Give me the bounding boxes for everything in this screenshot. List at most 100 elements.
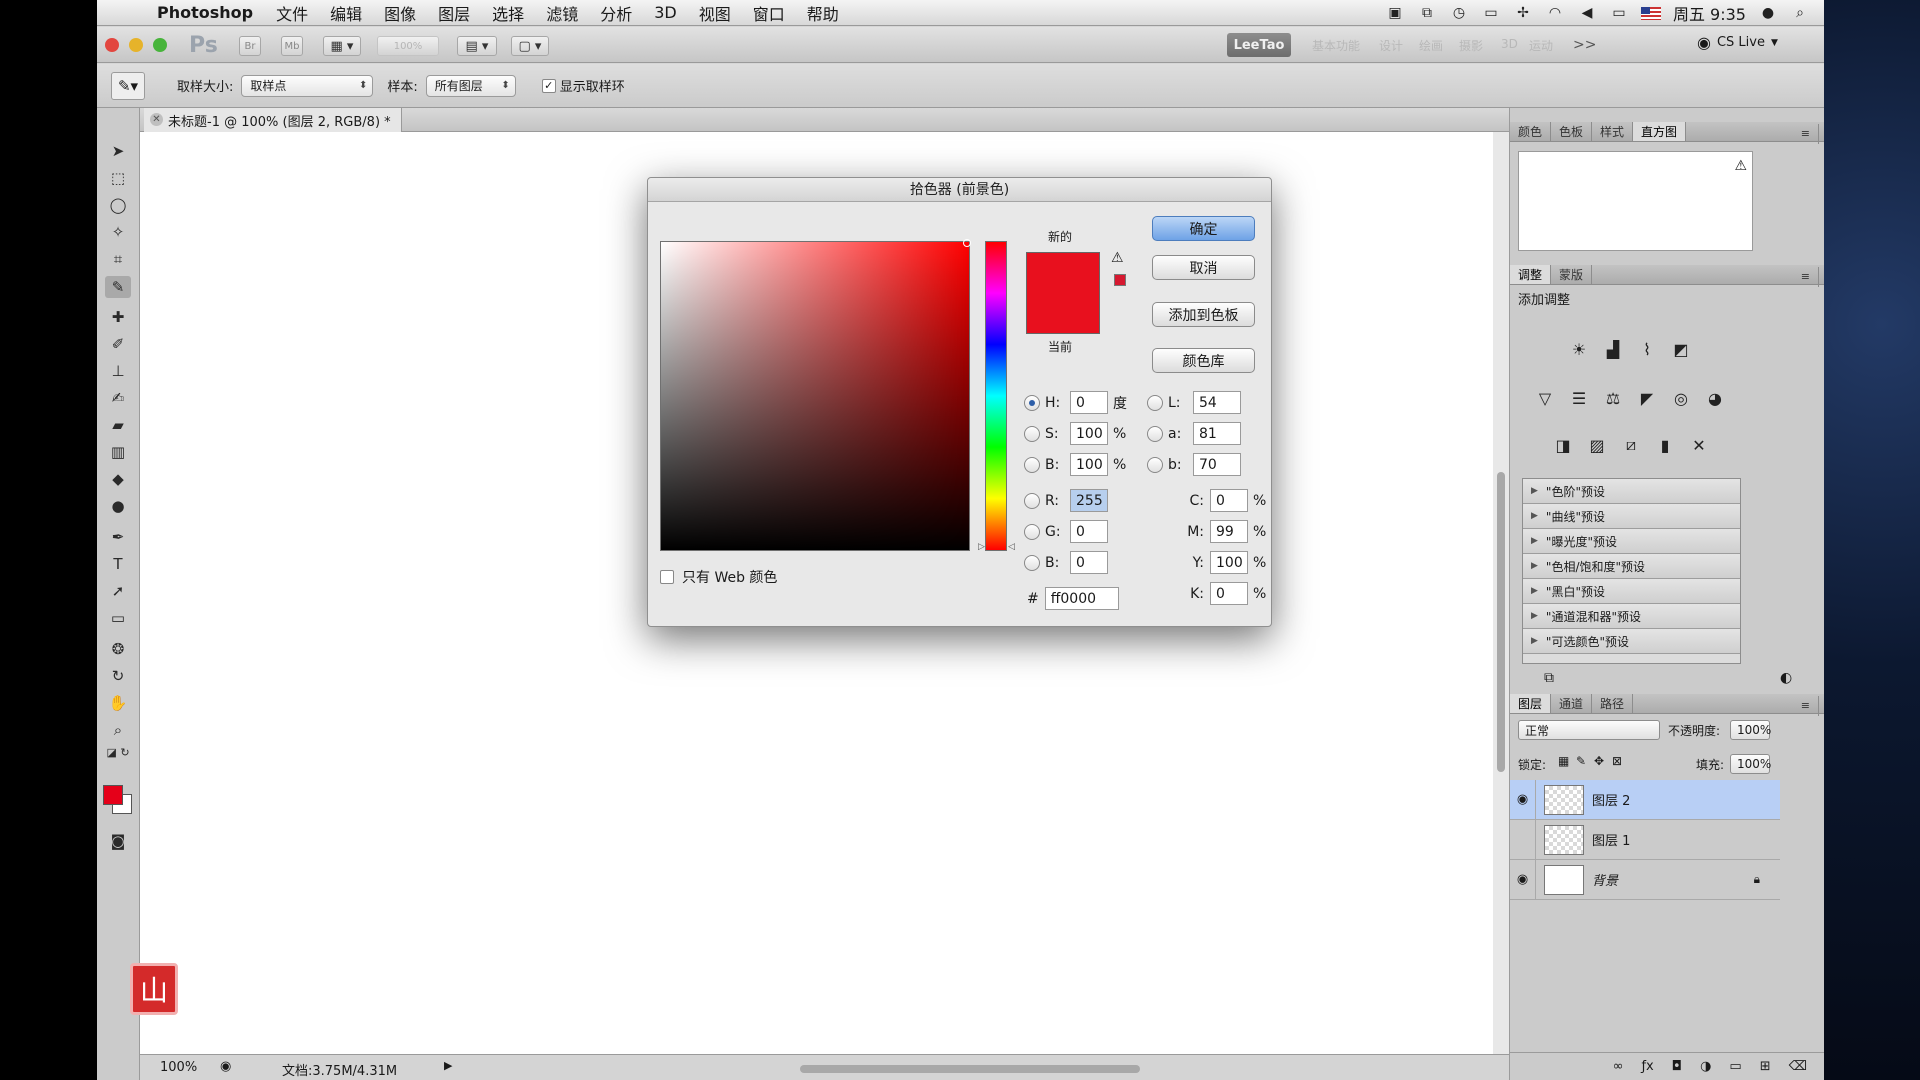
arrange-documents-button[interactable]: ▤ ▾ xyxy=(457,36,497,56)
menu-help[interactable]: 帮助 xyxy=(796,1,850,25)
swap-colors-icon[interactable]: ◪ ↻ xyxy=(105,744,131,760)
preset-exposure[interactable]: ▶ "曝光度"预设 xyxy=(1523,529,1740,554)
levels-icon[interactable]: ▟ xyxy=(1600,337,1626,361)
bluetooth-icon[interactable]: ✢ xyxy=(1513,5,1533,21)
menu-edit[interactable]: 编辑 xyxy=(319,1,373,25)
layer-style-icon[interactable]: ƒx xyxy=(1641,1059,1653,1074)
link-layers-icon[interactable]: ∞ xyxy=(1613,1059,1624,1074)
document-tab[interactable]: ✕ 未标题-1 @ 100% (图层 2, RGB/8) * xyxy=(144,108,402,132)
menu-window[interactable]: 窗口 xyxy=(742,1,796,25)
wifi-icon[interactable]: ◠ xyxy=(1545,5,1565,21)
menu-view[interactable]: 视图 xyxy=(688,1,742,25)
tab-channels[interactable]: 通道 xyxy=(1551,694,1593,713)
cyan-input[interactable]: 0 xyxy=(1210,489,1248,512)
display-icon[interactable]: ▭ xyxy=(1481,5,1501,21)
lock-move-icon[interactable]: ✥ xyxy=(1594,754,1604,768)
saturation-input[interactable]: 100 xyxy=(1070,422,1108,445)
green-input[interactable]: 0 xyxy=(1070,520,1108,543)
lock-paint-icon[interactable]: ✎ xyxy=(1576,754,1586,768)
hue-slider[interactable]: ▷ ◁ xyxy=(978,241,1015,552)
more-workspaces-button[interactable]: >> xyxy=(1573,37,1596,53)
lab-l-input[interactable]: 54 xyxy=(1193,391,1241,414)
yellow-input[interactable]: 100 xyxy=(1210,551,1248,574)
menu-select[interactable]: 选择 xyxy=(481,1,535,25)
preset-curves[interactable]: ▶ "曲线"预设 xyxy=(1523,504,1740,529)
pen-tool-icon[interactable]: ✒ xyxy=(105,526,131,548)
status-menu-arrow-icon[interactable]: ▶ xyxy=(444,1059,452,1072)
zoom-tool-icon[interactable]: ⌕ xyxy=(105,719,131,741)
adjustment-layer-icon[interactable]: ◑ xyxy=(1700,1059,1711,1074)
mini-bridge-button[interactable]: Mb xyxy=(281,36,303,56)
status-info-icon[interactable]: ◉ xyxy=(220,1059,231,1074)
color-balance-icon[interactable]: ⚖ xyxy=(1600,386,1626,410)
quick-selection-tool-icon[interactable]: ✧ xyxy=(105,221,131,243)
menu-layer[interactable]: 图层 xyxy=(427,1,481,25)
horizontal-scroll-thumb[interactable] xyxy=(800,1065,1140,1073)
workspace-painting[interactable]: 绘画 xyxy=(1419,37,1443,54)
lock-all-icon[interactable]: ⊠ xyxy=(1612,754,1622,768)
current-color-swatch[interactable] xyxy=(1027,293,1099,333)
workspace-photography[interactable]: 摄影 xyxy=(1459,37,1483,54)
close-tab-icon[interactable]: ✕ xyxy=(150,113,163,126)
photo-filter-icon[interactable]: ◎ xyxy=(1668,386,1694,410)
red-radio[interactable] xyxy=(1024,492,1040,509)
battery-icon[interactable]: ▭ xyxy=(1609,5,1629,21)
panel-menu-icon[interactable]: ≡ xyxy=(1793,696,1819,716)
close-window-button[interactable] xyxy=(105,38,119,52)
lab-b-radio[interactable] xyxy=(1147,456,1163,473)
lasso-tool-icon[interactable]: ◯ xyxy=(105,194,131,216)
exposure-icon[interactable]: ◩ xyxy=(1668,337,1694,361)
camera-icon[interactable]: ▣ xyxy=(1385,5,1405,21)
time-machine-icon[interactable]: ◷ xyxy=(1449,5,1469,21)
foreground-color-swatch[interactable] xyxy=(103,785,123,805)
tab-masks[interactable]: 蒙版 xyxy=(1551,265,1593,284)
clone-stamp-tool-icon[interactable]: ⊥ xyxy=(105,360,131,382)
eye-icon[interactable]: ◉ xyxy=(1510,859,1536,900)
brightness-radio[interactable] xyxy=(1024,456,1040,473)
preset-black-white[interactable]: ▶ "黑白"预设 xyxy=(1523,579,1740,604)
menu-analysis[interactable]: 分析 xyxy=(589,1,643,25)
threshold-icon[interactable]: ⧄ xyxy=(1618,433,1644,457)
screen-mode-button[interactable]: ▢ ▾ xyxy=(511,36,549,56)
saturation-radio[interactable] xyxy=(1024,425,1040,442)
vertical-scrollbar[interactable] xyxy=(1493,132,1509,1054)
blue-radio[interactable] xyxy=(1024,554,1040,571)
color-libraries-button[interactable]: 颜色库 xyxy=(1152,348,1255,373)
ok-button[interactable]: 确定 xyxy=(1152,216,1255,241)
history-brush-tool-icon[interactable]: ✍ xyxy=(105,387,131,409)
invert-icon[interactable]: ◨ xyxy=(1550,433,1576,457)
fill-input[interactable]: 100% xyxy=(1730,754,1771,774)
hue-saturation-icon[interactable]: ☰ xyxy=(1566,386,1592,410)
menu-clock[interactable]: 周五 9:35 xyxy=(1673,1,1746,25)
quick-mask-icon[interactable]: ◙ xyxy=(105,830,131,852)
menu-file[interactable]: 文件 xyxy=(265,1,319,25)
blue-input[interactable]: 0 xyxy=(1070,551,1108,574)
new-group-icon[interactable]: ▭ xyxy=(1729,1059,1741,1074)
magenta-input[interactable]: 99 xyxy=(1210,520,1248,543)
lab-b-input[interactable]: 70 xyxy=(1193,453,1241,476)
preset-channel-mixer[interactable]: ▶ "通道混和器"预设 xyxy=(1523,604,1740,629)
workspace-3d[interactable]: 3D xyxy=(1501,37,1518,51)
tab-layers[interactable]: 图层 xyxy=(1510,694,1552,713)
tab-histogram[interactable]: 直方图 xyxy=(1633,122,1687,141)
tab-adjustments[interactable]: 调整 xyxy=(1510,265,1552,284)
hue-slider-left-arrow-icon[interactable]: ▷ xyxy=(978,542,985,552)
preset-selective-color[interactable]: ▶ "可选颜色"预设 xyxy=(1523,629,1740,654)
brightness-input[interactable]: 100 xyxy=(1070,453,1108,476)
lock-transparency-icon[interactable]: ▦ xyxy=(1558,754,1569,768)
hue-input[interactable]: 0 xyxy=(1070,391,1108,414)
eye-icon[interactable]: ◉ xyxy=(1510,779,1536,820)
posterize-icon[interactable]: ▨ xyxy=(1584,433,1610,457)
workspace-essentials[interactable]: 基本功能 xyxy=(1312,37,1360,54)
dodge-tool-icon[interactable]: ● xyxy=(105,495,131,517)
lab-a-radio[interactable] xyxy=(1147,425,1163,442)
layer-row-background[interactable]: ◉ 背景 🔒︎ xyxy=(1510,859,1780,900)
opacity-input[interactable]: 100% xyxy=(1730,720,1771,740)
brightness-contrast-icon[interactable]: ☀ xyxy=(1566,337,1592,361)
move-tool-icon[interactable]: ➤ xyxy=(105,140,131,162)
selective-color-icon[interactable]: ✕ xyxy=(1686,433,1712,457)
add-mask-icon[interactable]: ◘ xyxy=(1672,1059,1682,1074)
layer-row-layer-2[interactable]: ◉ 图层 2 xyxy=(1510,779,1780,820)
cs-live-button[interactable]: ◉ CS Live ▼ xyxy=(1697,33,1778,52)
workspace-leetao[interactable]: LeeTao xyxy=(1227,33,1291,57)
